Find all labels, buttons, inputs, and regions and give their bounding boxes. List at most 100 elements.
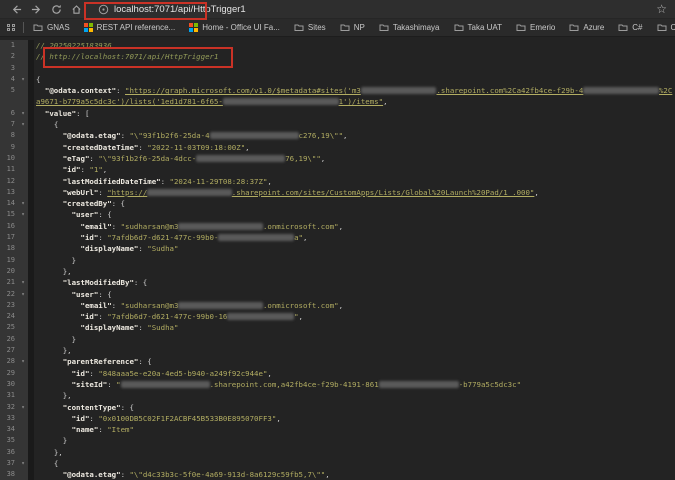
code-line: 21▾ "lastModifiedBy": {: [0, 277, 675, 288]
json-key: "createdDateTime": [63, 143, 139, 152]
refresh-icon[interactable]: [48, 1, 65, 18]
json-key: "id": [72, 369, 90, 378]
bookmark-item[interactable]: REST API reference...: [84, 23, 176, 32]
json-text: [36, 301, 81, 310]
json-key: "email": [81, 222, 112, 231]
forward-icon[interactable]: [28, 1, 45, 18]
fold-arrow-icon[interactable]: ▾: [18, 356, 28, 367]
json-text: ,: [299, 312, 303, 321]
bookmark-label: NP: [354, 23, 365, 32]
json-key: "displayName": [81, 323, 139, 332]
line-number: 27: [0, 345, 18, 356]
site-info-icon[interactable]: [96, 2, 110, 16]
code-text: "lastModifiedDateTime": "2024-11-29T08:2…: [34, 176, 675, 187]
json-text: : [: [76, 109, 89, 118]
fold-gutter: [18, 176, 28, 187]
bookmark-item[interactable]: Emerio: [516, 23, 555, 32]
json-text: : {: [121, 403, 134, 412]
code-text: "createdBy": {: [34, 198, 675, 209]
json-text: [36, 290, 72, 299]
code-line: 8 "@odata.etag": "\"93f1b2f6-25da-4c276,…: [0, 130, 675, 141]
back-icon[interactable]: [8, 1, 25, 18]
json-text: {: [36, 459, 58, 468]
fold-arrow-icon[interactable]: ▾: [18, 108, 28, 119]
json-text: ,: [534, 188, 538, 197]
code-text: "@odata.etag": "\"d4c33b3c-5f0e-4a69-913…: [34, 469, 675, 480]
json-text: [36, 210, 72, 219]
fold-gutter: [18, 413, 28, 424]
line-number: 28: [0, 356, 18, 367]
json-text: },: [36, 391, 72, 400]
json-text: ,: [343, 131, 347, 140]
bookmark-label: Codeplex: [671, 23, 675, 32]
bookmark-item[interactable]: Sites: [294, 23, 326, 32]
json-key: "user": [72, 210, 99, 219]
json-link[interactable]: .sharepoint.com/sites/CustomApps/Lists/G…: [232, 188, 535, 197]
bookmark-item[interactable]: NP: [340, 23, 365, 32]
json-text: ,: [383, 97, 387, 106]
json-link[interactable]: 1')/items": [339, 97, 384, 106]
code-text: "siteId": ".sharepoint.com,a42fb4ce-f29b…: [34, 379, 675, 390]
json-text: "\"93f1b2f6-25da-4: [129, 131, 209, 140]
json-text: }: [36, 436, 67, 445]
bookmark-item[interactable]: Azure: [569, 23, 604, 32]
code-line: 18 "displayName": "Sudha": [0, 243, 675, 254]
fold-arrow-icon[interactable]: ▾: [18, 458, 28, 469]
bookmark-item[interactable]: Home - Office UI Fa...: [189, 23, 280, 32]
json-link[interactable]: .sharepoint.com%2Ca42fb4ce-f29b-4: [436, 86, 583, 95]
json-link[interactable]: "https://graph.microsoft.com/v1.0/$metad…: [125, 86, 361, 95]
json-key: "createdBy": [63, 199, 112, 208]
json-link[interactable]: "https://: [107, 188, 147, 197]
line-number: 1: [0, 40, 18, 51]
json-key: "@odata.etag": [63, 131, 121, 140]
fold-gutter: [18, 187, 28, 198]
redacted-blur: [218, 234, 294, 241]
fold-arrow-icon[interactable]: ▾: [18, 74, 28, 85]
code-line: 16 "email": "sudharsan@m3.onmicrosoft.co…: [0, 221, 675, 232]
code-text: "displayName": "Sudha": [34, 322, 675, 333]
code-line: 17 "id": "7afdb6d7-d621-477c-99b0-a",: [0, 232, 675, 243]
json-text: "0x0100DB5C02F1F2ACBF45B533B0E895070FF3": [98, 414, 276, 423]
fold-arrow-icon[interactable]: ▾: [18, 119, 28, 130]
code-line: 27 },: [0, 345, 675, 356]
code-text: "email": "sudharsan@m3.onmicrosoft.com",: [34, 300, 675, 311]
fold-gutter: [18, 153, 28, 164]
bookmark-item[interactable]: Takashimaya: [379, 23, 440, 32]
code-text: },: [34, 266, 675, 277]
json-viewer: 1// 202502251839362// http://localhost:7…: [0, 37, 675, 480]
json-text: [36, 177, 63, 186]
url-text[interactable]: localhost:7071/api/HttpTrigger1: [114, 4, 246, 15]
json-text: "2024-11-29T08:28:37Z": [170, 177, 268, 186]
json-text: c276,19\"": [299, 131, 344, 140]
bookmark-item[interactable]: C#: [618, 23, 642, 32]
fold-arrow-icon[interactable]: ▾: [18, 209, 28, 220]
json-text: [36, 165, 63, 174]
line-number: 11: [0, 164, 18, 175]
json-text: ,: [339, 301, 343, 310]
code-text: "email": "sudharsan@m3.onmicrosoft.com",: [34, 221, 675, 232]
bookmark-item[interactable]: Codeplex: [657, 23, 675, 32]
fold-gutter: [18, 142, 28, 153]
apps-grid-icon[interactable]: [7, 24, 16, 31]
fold-arrow-icon[interactable]: ▾: [18, 402, 28, 413]
address-bar[interactable]: localhost:7071/api/HttpTrigger1: [96, 2, 656, 16]
code-text: "displayName": "Sudha": [34, 243, 675, 254]
code-line: 34 "name": "Item": [0, 424, 675, 435]
fold-arrow-icon[interactable]: ▾: [18, 277, 28, 288]
code-text: "webUrl": "https://.sharepoint.com/sites…: [34, 187, 675, 198]
line-number: 35: [0, 435, 18, 446]
code-text: "name": "Item": [34, 424, 675, 435]
json-text: },: [36, 346, 72, 355]
bookmark-item[interactable]: GNAS: [33, 23, 70, 32]
code-line: 33 "id": "0x0100DB5C02F1F2ACBF45B533B0E8…: [0, 413, 675, 424]
json-text: ": [116, 380, 120, 389]
folder-icon: [33, 23, 43, 32]
home-icon[interactable]: [68, 1, 85, 18]
fold-arrow-icon[interactable]: ▾: [18, 198, 28, 209]
fold-gutter: [18, 232, 28, 243]
code-line: 1// 20250225183936: [0, 40, 675, 51]
fold-arrow-icon[interactable]: ▾: [18, 289, 28, 300]
bookmark-item[interactable]: Taka UAT: [454, 23, 503, 32]
favorite-star-icon[interactable]: ☆: [656, 3, 667, 15]
code-line: 20 },: [0, 266, 675, 277]
